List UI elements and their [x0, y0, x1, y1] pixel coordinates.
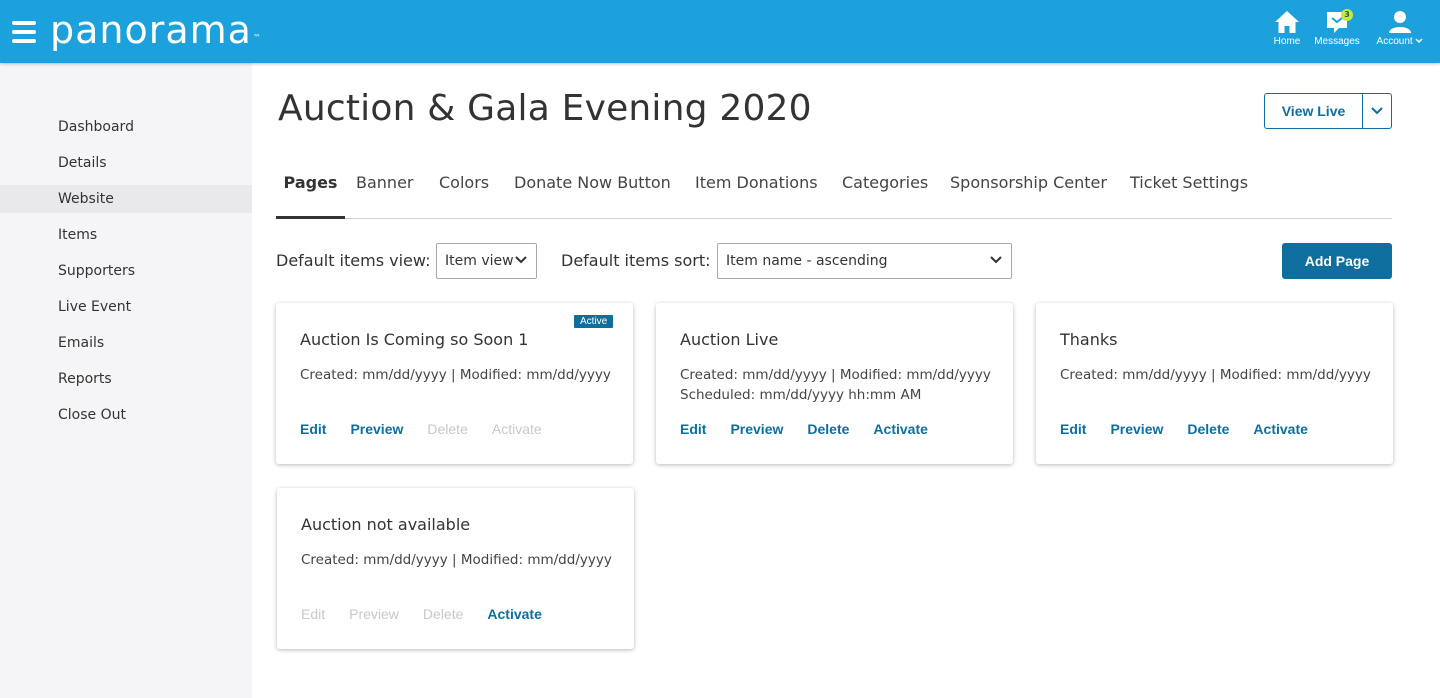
- sidebar-item-live-event[interactable]: Live Event: [0, 293, 252, 321]
- page-card-meta: Created: mm/dd/yyyy | Modified: mm/dd/yy…: [300, 365, 611, 385]
- page-card-meta: Created: mm/dd/yyyy | Modified: mm/dd/yy…: [301, 550, 612, 570]
- top-bar: panorama™ Home 3 Messages Account: [0, 0, 1440, 63]
- chevron-down-icon: [1415, 38, 1423, 44]
- delete-link: Delete: [422, 606, 464, 622]
- hamburger-menu-icon[interactable]: [12, 21, 36, 43]
- page-card: Active Auction Is Coming so Soon 1 Creat…: [276, 303, 633, 464]
- view-live-button[interactable]: View Live: [1265, 94, 1363, 128]
- brand-logo[interactable]: panorama™: [50, 6, 261, 54]
- page-card: Auction Live Created: mm/dd/yyyy | Modif…: [656, 303, 1013, 464]
- delete-link[interactable]: Delete: [1187, 421, 1229, 437]
- sidebar-item-reports[interactable]: Reports: [0, 365, 252, 393]
- default-items-sort-value: Item name - ascending: [726, 253, 888, 269]
- page-card-meta: Created: mm/dd/yyyy | Modified: mm/dd/yy…: [680, 365, 991, 405]
- page-card-dates: Created: mm/dd/yyyy | Modified: mm/dd/yy…: [300, 367, 611, 383]
- page-card-title: Thanks: [1060, 330, 1118, 349]
- preview-link: Preview: [349, 606, 399, 622]
- page-card: Thanks Created: mm/dd/yyyy | Modified: m…: [1036, 303, 1393, 464]
- sidebar-list: Dashboard Details Website Items Supporte…: [0, 63, 252, 429]
- sidebar-item-dashboard[interactable]: Dashboard: [0, 113, 252, 141]
- activate-link: Activate: [491, 421, 542, 437]
- edit-link[interactable]: Edit: [300, 421, 326, 437]
- default-items-view-select[interactable]: Item view: [436, 243, 537, 279]
- page-card-title: Auction Is Coming so Soon 1: [300, 330, 529, 349]
- status-badge: Active: [574, 315, 614, 328]
- page-card-meta: Created: mm/dd/yyyy | Modified: mm/dd/yy…: [1060, 365, 1371, 385]
- page-card-actions: Edit Preview Delete Activate: [301, 606, 566, 622]
- page-card-actions: Edit Preview Delete Activate: [680, 421, 952, 437]
- default-items-sort-label: Default items sort:: [561, 251, 711, 270]
- page-card: Auction not available Created: mm/dd/yyy…: [277, 488, 634, 649]
- messages-count-badge: 3: [1341, 9, 1353, 21]
- page-title: Auction & Gala Evening 2020: [278, 88, 812, 129]
- sidebar-item-items[interactable]: Items: [0, 221, 252, 249]
- default-items-sort-select[interactable]: Item name - ascending: [717, 243, 1012, 279]
- edit-link: Edit: [301, 606, 326, 622]
- delete-link: Delete: [427, 421, 468, 437]
- tab-sponsorship-center[interactable]: Sponsorship Center: [950, 165, 1107, 219]
- chevron-down-icon: [515, 256, 527, 264]
- default-items-view-value: Item view: [445, 253, 514, 269]
- sidebar-item-close-out[interactable]: Close Out: [0, 401, 252, 429]
- page-card-dates: Created: mm/dd/yyyy | Modified: mm/dd/yy…: [680, 367, 991, 383]
- edit-link[interactable]: Edit: [1060, 421, 1086, 437]
- delete-link[interactable]: Delete: [807, 421, 849, 437]
- default-items-view-label: Default items view:: [276, 251, 431, 270]
- page-card-dates: Created: mm/dd/yyyy | Modified: mm/dd/yy…: [1060, 367, 1371, 383]
- chevron-down-icon: [1371, 107, 1383, 115]
- nav-account-label: Account: [1370, 36, 1430, 47]
- website-tabs: Pages Banner Colors Donate Now Button It…: [276, 165, 1392, 219]
- brand-trademark: ™: [252, 33, 262, 42]
- tab-colors[interactable]: Colors: [439, 165, 489, 219]
- page-card-dates: Created: mm/dd/yyyy | Modified: mm/dd/yy…: [301, 552, 612, 568]
- page-card-actions: Edit Preview Delete Activate: [300, 421, 566, 437]
- edit-link[interactable]: Edit: [680, 421, 706, 437]
- account-label-text: Account: [1376, 36, 1413, 47]
- preview-link[interactable]: Preview: [730, 421, 783, 437]
- page-card-actions: Edit Preview Delete Activate: [1060, 421, 1332, 437]
- page-card-title: Auction Live: [680, 330, 779, 349]
- tab-item-donations[interactable]: Item Donations: [695, 165, 818, 219]
- tab-pages[interactable]: Pages: [276, 165, 345, 219]
- nav-account[interactable]: Account: [1370, 10, 1430, 47]
- home-icon: [1275, 11, 1299, 33]
- sidebar-item-website[interactable]: Website: [0, 185, 252, 213]
- view-live-split-button: View Live: [1264, 93, 1392, 129]
- sidebar: Dashboard Details Website Items Supporte…: [0, 63, 252, 698]
- activate-link[interactable]: Activate: [873, 421, 927, 437]
- sidebar-item-details[interactable]: Details: [0, 149, 252, 177]
- preview-link[interactable]: Preview: [1110, 421, 1163, 437]
- tab-categories[interactable]: Categories: [842, 165, 928, 219]
- account-icon: [1389, 11, 1411, 33]
- chevron-down-icon: [990, 256, 1002, 264]
- brand-name: panorama: [50, 8, 252, 52]
- activate-link[interactable]: Activate: [1253, 421, 1307, 437]
- nav-messages-label: Messages: [1314, 36, 1360, 47]
- tab-banner[interactable]: Banner: [356, 165, 413, 219]
- sidebar-item-emails[interactable]: Emails: [0, 329, 252, 357]
- sidebar-item-supporters[interactable]: Supporters: [0, 257, 252, 285]
- page-card-title: Auction not available: [301, 515, 471, 534]
- add-page-button[interactable]: Add Page: [1282, 243, 1392, 279]
- tab-donate-now-button[interactable]: Donate Now Button: [514, 165, 671, 219]
- preview-link[interactable]: Preview: [350, 421, 403, 437]
- activate-link[interactable]: Activate: [487, 606, 541, 622]
- nav-messages[interactable]: 3 Messages: [1307, 9, 1367, 47]
- page-card-scheduled: Scheduled: mm/dd/yyyy hh:mm AM: [680, 387, 922, 403]
- view-live-dropdown-toggle[interactable]: [1363, 94, 1391, 128]
- tab-ticket-settings[interactable]: Ticket Settings: [1130, 165, 1248, 219]
